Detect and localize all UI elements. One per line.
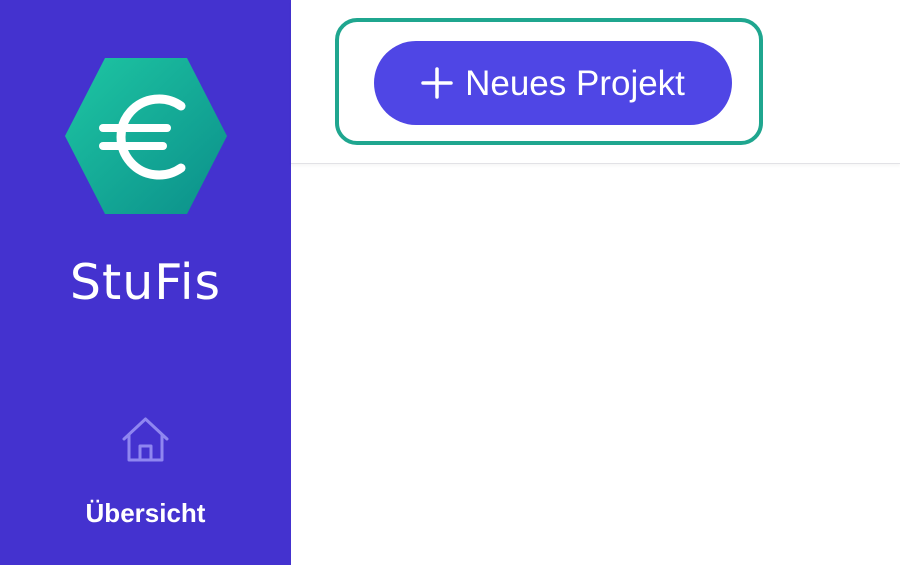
plus-icon xyxy=(421,67,453,99)
home-icon xyxy=(118,414,173,464)
main-content: Neues Projekt xyxy=(291,0,900,565)
sidebar: StuFis Übersicht xyxy=(0,0,291,565)
brand-name: StuFis xyxy=(69,254,222,311)
euro-hexagon-icon xyxy=(63,56,229,216)
sidebar-item-label: Übersicht xyxy=(85,498,206,528)
new-project-button[interactable]: Neues Projekt xyxy=(374,41,732,125)
top-header: Neues Projekt xyxy=(291,0,900,164)
new-project-label: Neues Projekt xyxy=(465,63,685,103)
sidebar-item-overview[interactable]: Übersicht xyxy=(40,398,251,548)
app-window: StuFis Übersicht Neues Projekt xyxy=(0,0,900,565)
